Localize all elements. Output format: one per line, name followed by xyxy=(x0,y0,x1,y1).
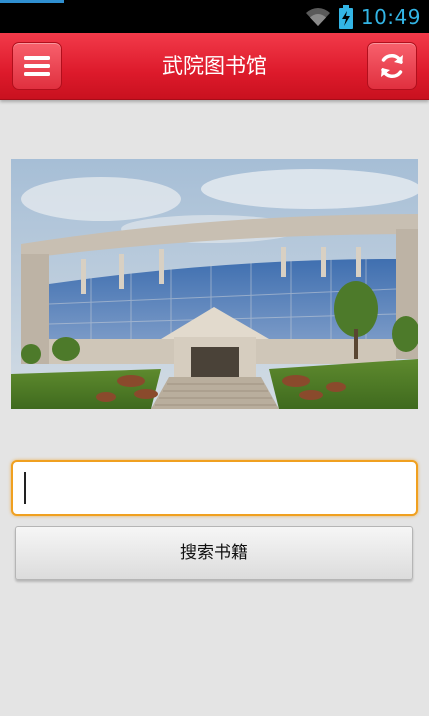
status-accent xyxy=(0,0,64,3)
search-books-button[interactable]: 搜索书籍 xyxy=(15,526,413,580)
refresh-button[interactable] xyxy=(367,42,417,90)
library-building-photo xyxy=(11,159,418,409)
search-input[interactable] xyxy=(11,460,418,516)
wifi-icon xyxy=(305,7,330,26)
status-icons: 10:49 xyxy=(305,0,421,33)
refresh-icon xyxy=(381,53,403,79)
status-bar: 10:49 xyxy=(0,0,429,33)
clock: 10:49 xyxy=(360,4,421,29)
app-bar: 武院图书馆 xyxy=(0,33,429,100)
battery-charging-icon xyxy=(338,4,353,29)
page-title: 武院图书馆 xyxy=(162,54,267,78)
text-cursor xyxy=(24,472,26,504)
